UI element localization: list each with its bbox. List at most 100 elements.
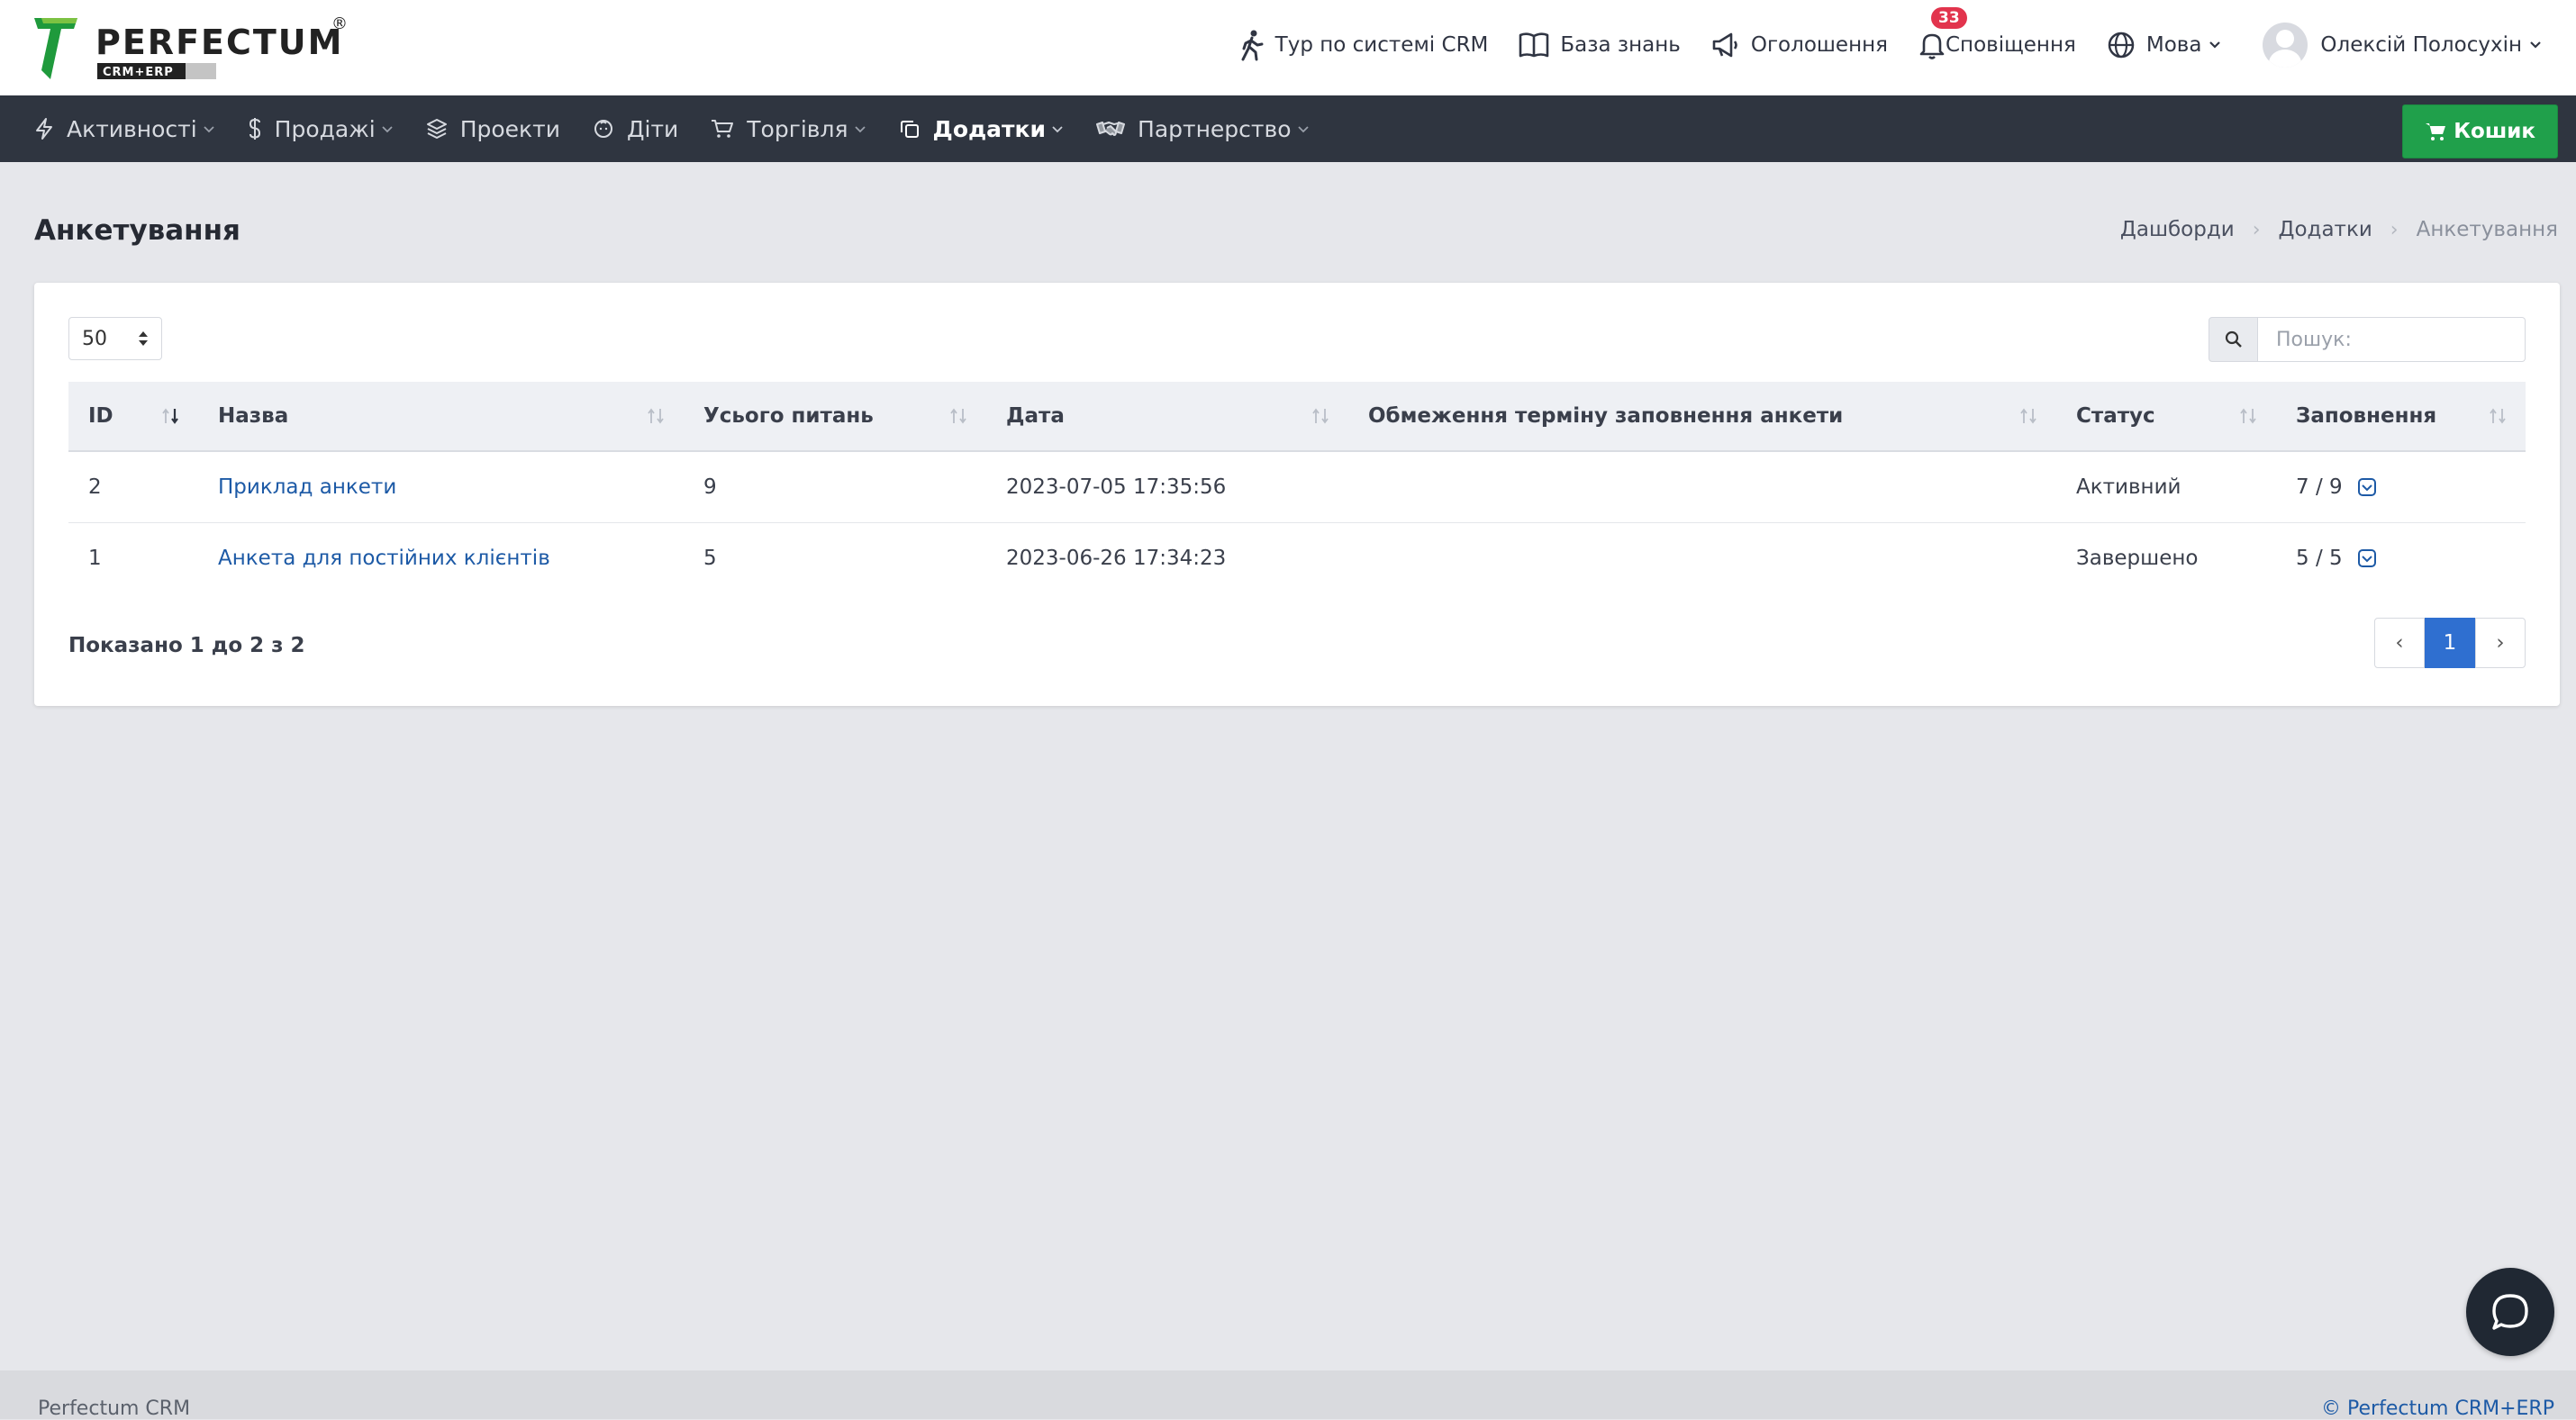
cell-date: 2023-07-05 17:35:56 bbox=[986, 451, 1348, 523]
cell-status: Активний bbox=[2056, 451, 2276, 523]
survey-link[interactable]: Приклад анкети bbox=[218, 475, 396, 499]
pagination: ‹ 1 › bbox=[2374, 618, 2526, 668]
announcements-label: Оголошення bbox=[1750, 33, 1888, 57]
avatar bbox=[2263, 23, 2308, 68]
nav-item-partnership[interactable]: Партнерство bbox=[1096, 116, 1309, 142]
sort-icon bbox=[2240, 408, 2256, 424]
baby-icon bbox=[594, 120, 612, 138]
footer-left: Perfectum CRM bbox=[38, 1397, 191, 1420]
chevron-down-icon bbox=[2209, 41, 2221, 49]
layers-icon bbox=[426, 119, 447, 139]
surveys-table: ID Назва Усього питань Дата Обмеження те… bbox=[68, 382, 2526, 593]
view-responses-icon[interactable] bbox=[2357, 477, 2377, 497]
cell-status: Завершено bbox=[2076, 547, 2199, 570]
notifications-link[interactable]: 33 Сповіщення bbox=[1918, 7, 2076, 59]
column-header-label: Назва bbox=[218, 404, 289, 428]
nav-item-sales[interactable]: Продажі bbox=[248, 116, 394, 142]
table-header-row: ID Назва Усього питань Дата Обмеження те… bbox=[68, 382, 2526, 452]
nav-item-activities[interactable]: Активності bbox=[34, 116, 215, 142]
pagination-prev[interactable]: ‹ bbox=[2374, 618, 2425, 668]
top-header: PERFECTUM CRM+ERP ® Тур по системі CRM Б… bbox=[0, 0, 2576, 95]
pagination-next[interactable]: › bbox=[2475, 618, 2526, 668]
copy-icon bbox=[900, 121, 919, 138]
pagination-page[interactable]: 1 bbox=[2425, 618, 2475, 668]
search-button[interactable] bbox=[2209, 317, 2258, 362]
column-header-status[interactable]: Статус bbox=[2056, 382, 2276, 452]
column-header-questions[interactable]: Усього питань bbox=[684, 382, 986, 452]
dollar-icon bbox=[249, 118, 260, 140]
megaphone-icon bbox=[1712, 32, 1737, 58]
chat-icon bbox=[2492, 1294, 2528, 1330]
knowledge-base-link[interactable]: База знань bbox=[1519, 32, 1681, 59]
search-input[interactable] bbox=[2258, 317, 2526, 362]
page-length-select[interactable]: 50 bbox=[68, 317, 162, 360]
chat-button[interactable] bbox=[2466, 1268, 2554, 1356]
chevron-down-icon bbox=[1297, 126, 1309, 133]
cart-button-label: Кошик bbox=[2454, 120, 2535, 143]
column-header-label: Статус bbox=[2076, 404, 2155, 428]
cell-id: 1 bbox=[88, 547, 102, 570]
chevron-down-icon bbox=[382, 126, 393, 133]
column-header-name[interactable]: Назва bbox=[198, 382, 684, 452]
search-icon bbox=[2225, 330, 2242, 348]
cart-button[interactable]: Кошик bbox=[2402, 104, 2558, 158]
column-header-label: Дата bbox=[1006, 404, 1065, 428]
book-icon bbox=[1519, 32, 1549, 58]
table-info: Показано 1 до 2 з 2 bbox=[68, 634, 305, 657]
nav-item-projects[interactable]: Проекти bbox=[426, 116, 560, 142]
walking-icon bbox=[1241, 30, 1264, 61]
cell-filling: 5 / 5 bbox=[2276, 523, 2526, 594]
sort-desc-icon bbox=[162, 408, 178, 424]
nav-item-children[interactable]: Діти bbox=[593, 116, 678, 142]
column-header-label: Усього питань bbox=[703, 404, 874, 428]
breadcrumb-dashboards[interactable]: Дашборди bbox=[2120, 218, 2235, 241]
breadcrumb: Дашборди › Додатки › Анкетування bbox=[2120, 218, 2558, 241]
chevron-down-icon bbox=[2530, 41, 2541, 49]
language-label: Мова bbox=[2145, 33, 2202, 57]
nav-item-label: Діти bbox=[626, 115, 679, 142]
column-header-label: ID bbox=[88, 404, 113, 428]
brand-logo[interactable]: PERFECTUM CRM+ERP ® bbox=[34, 14, 358, 85]
sort-icon bbox=[950, 408, 966, 424]
user-menu[interactable]: Олексій Полосухін bbox=[2263, 23, 2553, 68]
view-responses-icon[interactable] bbox=[2357, 548, 2377, 568]
nav-item-label: Торгівля bbox=[747, 115, 848, 142]
chevron-down-icon bbox=[854, 126, 866, 133]
page-title: Анкетування bbox=[34, 214, 240, 247]
sort-icon bbox=[2020, 408, 2036, 424]
globe-icon bbox=[2108, 32, 2135, 59]
table-row: 2 Приклад анкети 9 2023-07-05 17:35:56 А… bbox=[68, 451, 2526, 523]
notifications-label: Сповіщення bbox=[1946, 33, 2076, 57]
cell-name: Приклад анкети bbox=[198, 451, 684, 523]
nav-item-label: Проекти bbox=[459, 115, 560, 142]
tour-link[interactable]: Тур по системі CRM bbox=[1239, 29, 1488, 61]
cell-date: 2023-06-26 17:34:23 bbox=[1006, 547, 1227, 570]
cell-time-limit bbox=[1348, 451, 2056, 523]
cell-name: Анкета для постійних клієнтів bbox=[198, 523, 684, 594]
surveys-card: 50 ID Назва Усього питань bbox=[34, 283, 2560, 706]
footer-right-link[interactable]: © Perfectum CRM+ERP bbox=[2321, 1397, 2554, 1420]
sort-icon bbox=[1312, 408, 1329, 424]
column-header-label: Заповнення bbox=[2296, 404, 2437, 428]
cell-questions: 5 bbox=[703, 547, 717, 570]
chevron-down-icon bbox=[204, 126, 214, 133]
filling-value: 5 / 5 bbox=[2296, 547, 2343, 570]
column-header-filling[interactable]: Заповнення bbox=[2276, 382, 2526, 452]
cell-filling: 7 / 9 bbox=[2276, 451, 2526, 523]
sort-icon bbox=[2490, 408, 2506, 424]
breadcrumb-addons[interactable]: Додатки bbox=[2279, 218, 2372, 241]
nav-item-trade[interactable]: Торгівля bbox=[711, 116, 866, 142]
page-length-value: 50 bbox=[82, 327, 107, 350]
cart-icon bbox=[2426, 123, 2446, 140]
survey-link[interactable]: Анкета для постійних клієнтів bbox=[218, 547, 550, 570]
nav-item-label: Партнерство bbox=[1138, 115, 1292, 142]
nav-item-addons[interactable]: Додатки bbox=[899, 116, 1064, 142]
column-header-id[interactable]: ID bbox=[68, 382, 198, 452]
announcements-link[interactable]: Оголошення bbox=[1711, 32, 1888, 59]
notifications-badge: 33 bbox=[1931, 7, 1967, 29]
footer: Perfectum CRM © Perfectum CRM+ERP bbox=[0, 1370, 2576, 1420]
language-dropdown[interactable]: Мова bbox=[2107, 31, 2233, 59]
column-header-time-limit[interactable]: Обмеження терміну заповнення анкети bbox=[1348, 382, 2056, 452]
main-nav: Активності Продажі Проекти Діти Торгівля… bbox=[0, 95, 2576, 162]
column-header-date[interactable]: Дата bbox=[986, 382, 1348, 452]
